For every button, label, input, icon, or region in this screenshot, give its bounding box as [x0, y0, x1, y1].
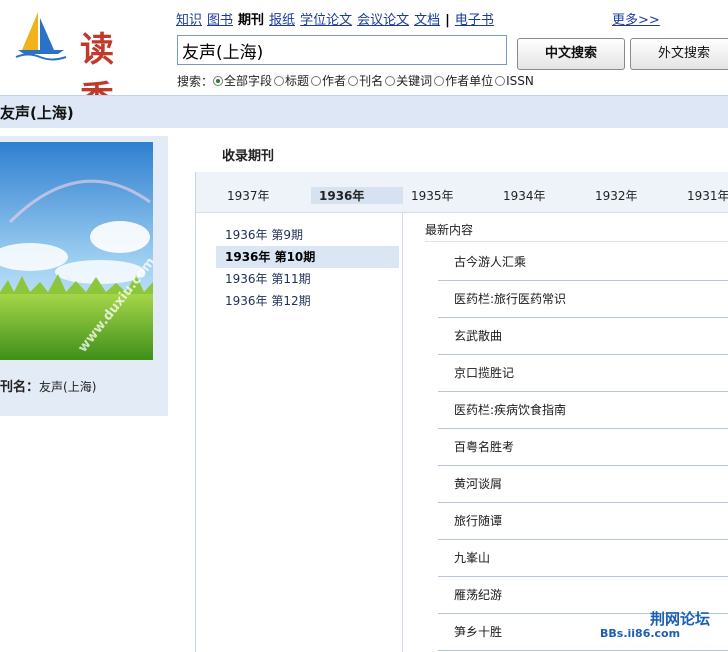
radio-icon — [434, 75, 445, 86]
more-link[interactable]: 更多>> — [612, 9, 660, 28]
article-item[interactable]: 旅行随谭 — [438, 503, 728, 540]
nav-separator: | — [445, 13, 450, 28]
nav-knowledge[interactable]: 知识 — [176, 13, 202, 28]
chinese-search-button[interactable]: 中文搜索 — [517, 38, 625, 70]
page-title: 友声(上海) — [0, 104, 74, 122]
section-heading: 收录期刊 — [222, 149, 275, 164]
sailboat-logo-icon — [15, 12, 67, 61]
issue-item-9[interactable]: 1936年 第9期 — [216, 224, 399, 246]
duxiu-logo[interactable]: 读秀 — [14, 10, 144, 119]
year-tab-1934[interactable]: 1934年 — [503, 187, 546, 204]
nav-documents[interactable]: 文档 — [414, 13, 440, 28]
issue-item-12[interactable]: 1936年 第12期 — [216, 290, 399, 312]
year-tab-1935[interactable]: 1935年 — [411, 187, 454, 204]
year-tab-1932[interactable]: 1932年 — [595, 187, 638, 204]
filter-option-affiliation[interactable]: 作者单位 — [434, 72, 493, 89]
top-navigation: 知识 图书 期刊 报纸 学位论文 会议论文 文档 | 电子书 — [176, 9, 499, 28]
nav-ebooks[interactable]: 电子书 — [455, 13, 494, 28]
search-input[interactable] — [177, 35, 507, 65]
filter-option-issn[interactable]: ISSN — [495, 74, 534, 88]
nav-books[interactable]: 图书 — [207, 13, 233, 28]
article-list: 古今游人汇乘 医药栏:旅行医药常识 玄武散曲 京口揽胜记 医药栏:疾病饮食指南 … — [425, 244, 728, 651]
journal-name-value: 友声(上海) — [39, 380, 97, 394]
filter-option-all-fields[interactable]: 全部字段 — [213, 72, 272, 89]
issue-content: 最新内容 古今游人汇乘 医药栏:旅行医药常识 玄武散曲 京口揽胜记 医药栏:疾病… — [425, 219, 728, 651]
article-item[interactable]: 医药栏:旅行医药常识 — [438, 281, 728, 318]
search-field-filter: 搜索： 全部字段 标题 作者 刊名 关键词 作者单位 ISSN — [177, 72, 536, 90]
year-tab-1936[interactable]: 1936年 — [311, 187, 403, 204]
radio-selected-icon — [213, 75, 224, 86]
issue-item-11[interactable]: 1936年 第11期 — [216, 268, 399, 290]
issue-list: 1936年 第9期 1936年 第10期 1936年 第11期 1936年 第1… — [216, 224, 399, 312]
issue-item-10[interactable]: 1936年 第10期 — [216, 246, 399, 268]
article-item[interactable]: 京口揽胜记 — [438, 355, 728, 392]
radio-icon — [495, 75, 506, 86]
journal-cover-image[interactable]: www.duxiu.com — [0, 142, 153, 360]
journal-info-panel: www.duxiu.com 刊名：友声(上海) — [0, 136, 168, 416]
article-item[interactable]: 九峯山 — [438, 540, 728, 577]
article-item[interactable]: 医药栏:疾病饮食指南 — [438, 392, 728, 429]
journal-name-label: 刊名： — [0, 380, 40, 395]
article-item[interactable]: 百粤名胜考 — [438, 429, 728, 466]
article-item[interactable]: 黄河谈屑 — [438, 466, 728, 503]
nav-conference-papers[interactable]: 会议论文 — [357, 13, 409, 28]
watermark-url-text: BBs.ii86.com — [600, 627, 681, 640]
article-item[interactable]: 玄武散曲 — [438, 318, 728, 355]
nav-theses[interactable]: 学位论文 — [300, 13, 352, 28]
year-tab-1931[interactable]: 1931年 — [687, 187, 728, 204]
article-item[interactable]: 古今游人汇乘 — [438, 244, 728, 281]
nav-journals[interactable]: 期刊 — [238, 13, 264, 28]
year-tab-1937[interactable]: 1937年 — [227, 187, 270, 204]
filter-option-journal-name[interactable]: 刊名 — [348, 72, 383, 89]
column-divider — [402, 212, 403, 652]
foreign-search-button[interactable]: 外文搜索 — [630, 38, 728, 70]
journal-name-row: 刊名：友声(上海) — [0, 376, 96, 395]
year-tabs: 1937年 1936年 1935年 1934年 1932年 1931年 — [196, 172, 728, 213]
radio-icon — [385, 75, 396, 86]
watermark-main-text: 荆网论坛 — [650, 610, 711, 628]
forum-watermark: 荆网论坛 BBs.ii86.com — [600, 606, 728, 648]
content-heading: 最新内容 — [425, 219, 728, 242]
filter-option-keyword[interactable]: 关键词 — [385, 72, 432, 89]
radio-icon — [348, 75, 359, 86]
radio-icon — [311, 75, 322, 86]
filter-option-title[interactable]: 标题 — [274, 72, 309, 89]
journal-issues-box: 1937年 1936年 1935年 1934年 1932年 1931年 1936… — [195, 172, 728, 652]
filter-option-author[interactable]: 作者 — [311, 72, 346, 89]
title-bar: 友声(上海) — [0, 95, 728, 128]
radio-icon — [274, 75, 285, 86]
filter-label: 搜索： — [177, 74, 214, 89]
nav-newspapers[interactable]: 报纸 — [269, 13, 295, 28]
